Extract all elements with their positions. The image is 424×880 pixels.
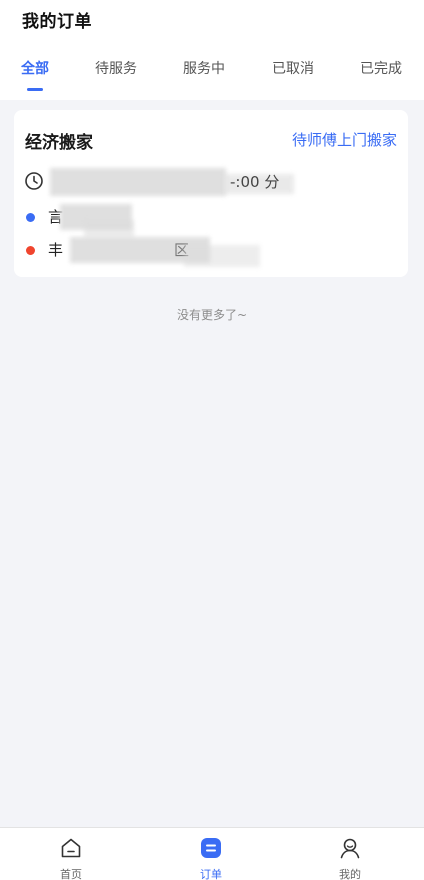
- tab-completed[interactable]: 已完成: [360, 58, 402, 78]
- orders-icon: [201, 838, 221, 858]
- time-redaction: [50, 168, 226, 196]
- header: 我的订单 全部 待服务 服务中 已取消 已完成: [0, 0, 424, 100]
- tab-all[interactable]: 全部: [21, 58, 49, 78]
- nav-profile-label: 我的: [339, 868, 361, 880]
- tab-pending-service[interactable]: 待服务: [95, 58, 137, 78]
- start-dot: [26, 213, 35, 222]
- tab-cancelled[interactable]: 已取消: [272, 58, 314, 78]
- profile-icon: [340, 838, 360, 859]
- nav-home[interactable]: 首页: [41, 828, 101, 880]
- order-status: 待师傅上门搬家: [291, 131, 397, 149]
- end-dot: [26, 246, 35, 255]
- list-footer: 没有更多了~: [176, 308, 248, 322]
- end-address-redaction-tail: [184, 245, 260, 267]
- order-time-row: -:00 分: [24, 168, 404, 196]
- nav-orders-label: 订单: [200, 868, 222, 880]
- end-address: 丰: [48, 241, 64, 259]
- clock-icon: [25, 172, 43, 190]
- order-tabs: 全部 待服务 服务中 已取消 已完成: [0, 58, 424, 98]
- order-card[interactable]: 经济搬家 待师傅上门搬家 -:00 分 言 丰 区: [14, 110, 408, 277]
- nav-home-label: 首页: [60, 868, 82, 880]
- page-title: 我的订单: [22, 12, 92, 32]
- order-type: 经济搬家: [25, 133, 93, 153]
- order-start-row: 言: [24, 204, 404, 238]
- active-tab-indicator: [27, 88, 43, 91]
- bottom-nav: 首页 订单 我的: [0, 827, 424, 880]
- order-end-row: 丰 区: [24, 237, 404, 267]
- nav-orders[interactable]: 订单: [181, 828, 241, 880]
- nav-profile[interactable]: 我的: [320, 828, 380, 880]
- home-icon: [61, 838, 81, 858]
- tab-in-service[interactable]: 服务中: [183, 58, 225, 78]
- order-time-text: -:00 分: [230, 173, 280, 191]
- start-address-redaction-shadow: [84, 220, 134, 238]
